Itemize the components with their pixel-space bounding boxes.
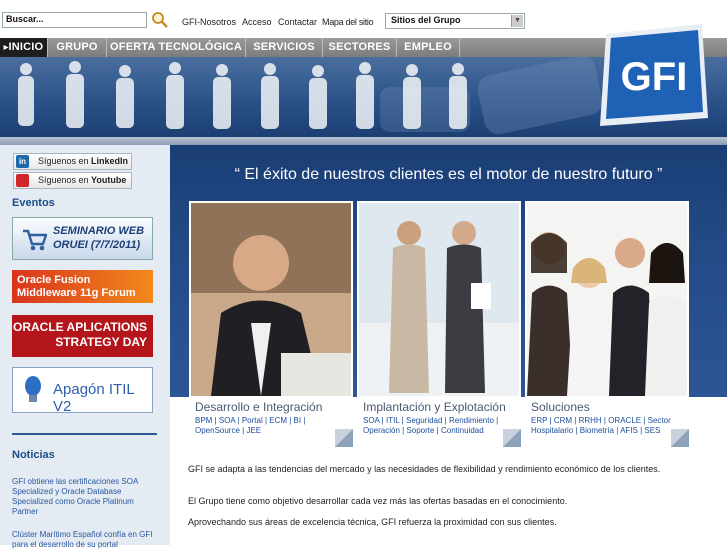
nav-empleo[interactable]: EMPLEO [397,38,460,57]
nav-oferta-tecnologica[interactable]: OFERTA TECNOLÓGICA [107,38,246,57]
oracle-apps-line2: STRATEGY DAY [55,335,147,349]
card-links[interactable]: ERP | CRM | RRHH | ORACLE | Sector Hospi… [531,416,685,436]
apagon-label: Apagón ITIL V2 [53,381,135,415]
linkedin-label: Síguenos en LinkedIn [38,156,128,166]
youtube-brand: Youtube [91,175,127,185]
youtube-icon [16,174,29,187]
chevron-down-icon[interactable]: ▼ [511,15,523,27]
eventos-heading: Eventos [12,197,55,209]
lightbulb-icon [25,376,41,402]
nav-inicio-label: INICIO [8,41,44,53]
page-fold-icon [335,429,353,447]
intro-paragraph: Aprovechando sus áreas de excelencia téc… [188,517,557,527]
nav-servicios[interactable]: SERVICIOS [246,38,323,57]
youtube-prefix: Síguenos en [38,175,92,185]
noticias-heading: Noticias [12,449,55,461]
oracle-applications-banner[interactable]: ORACLE APLICATIONS STRATEGY DAY [12,315,153,357]
news-item[interactable]: GFI obtiene las certificaciones SOA Spec… [12,477,157,517]
youtube-label: Síguenos en Youtube [38,175,126,185]
nav-sectores[interactable]: SECTORES [323,38,397,57]
card-soluciones[interactable]: Soluciones ERP | CRM | RRHH | ORACLE | S… [525,201,689,447]
seminario-line1: SEMINARIO WEB [53,225,145,237]
slogan: “ El éxito de nuestros clientes es el mo… [234,166,663,183]
oracle-apps-line1: ORACLE APLICATIONS [13,320,147,334]
gfi-logo[interactable]: GFI [598,22,710,130]
card-implantacion[interactable]: Implantación y Explotación SOA | ITIL | … [357,201,521,447]
card-title: Implantación y Explotación [363,400,506,414]
card-links[interactable]: SOA | ITIL | Seguridad | Rendimiento | O… [363,416,517,436]
linkedin-button[interactable]: in Síguenos en LinkedIn [13,153,132,170]
youtube-button[interactable]: Síguenos en Youtube [13,172,132,189]
link-acceso[interactable]: Acceso [242,17,272,27]
group-sites-select[interactable]: Sitios del Grupo ▼ [385,13,525,29]
linkedin-brand: LinkedIn [91,156,129,166]
search-icon[interactable] [151,11,169,29]
link-contactar[interactable]: Contactar [278,17,317,27]
apagon-itil-banner[interactable]: Apagón ITIL V2 [12,367,153,415]
nav-inicio[interactable]: ▶INICIO [0,38,48,57]
card-photo-handshake [359,203,519,396]
page-fold-icon [671,429,689,447]
search-input[interactable]: Buscar... [2,12,147,28]
card-title: Desarrollo e Integración [195,400,323,414]
linkedin-prefix: Síguenos en [38,156,92,166]
intro-paragraph: El Grupo tiene como objetivo desarrollar… [188,496,568,506]
shopping-cart-icon [23,229,47,251]
sidebar-divider [12,433,157,435]
logo-text: GFI [621,55,688,99]
seminario-line2: ORUEI (7/7/2011) [53,239,141,251]
card-desarrollo[interactable]: Desarrollo e Integración BPM | SOA | Por… [189,201,353,447]
card-photo-team [527,203,687,396]
oracle-fusion-banner[interactable]: Oracle Fusion Middleware 11g Forum [12,270,153,303]
oracle-fusion-line1: Oracle Fusion [17,274,91,286]
page-fold-icon [503,429,521,447]
nav-grupo[interactable]: GRUPO [48,38,107,57]
linkedin-icon: in [16,155,29,168]
group-select-value: Sitios del Grupo [391,15,461,25]
link-mapa-del-sitio[interactable]: Mapa del sitio [322,17,374,27]
card-photo-business-man [191,203,351,396]
news-item[interactable]: Clúster Marítimo Español confía en GFI p… [12,530,157,550]
card-links[interactable]: BPM | SOA | Portal | ECM | BI | OpenSour… [195,416,349,436]
oracle-fusion-line2: Middleware 11g Forum [17,287,136,299]
card-title: Soluciones [531,400,590,414]
banner-strip [0,137,727,145]
link-gfi-nosotros[interactable]: GFI-Nosotros [182,17,236,27]
intro-paragraph: GFI se adapta a las tendencias del merca… [188,464,661,474]
seminario-web-banner[interactable]: SEMINARIO WEB ORUEI (7/7/2011) [12,217,153,260]
